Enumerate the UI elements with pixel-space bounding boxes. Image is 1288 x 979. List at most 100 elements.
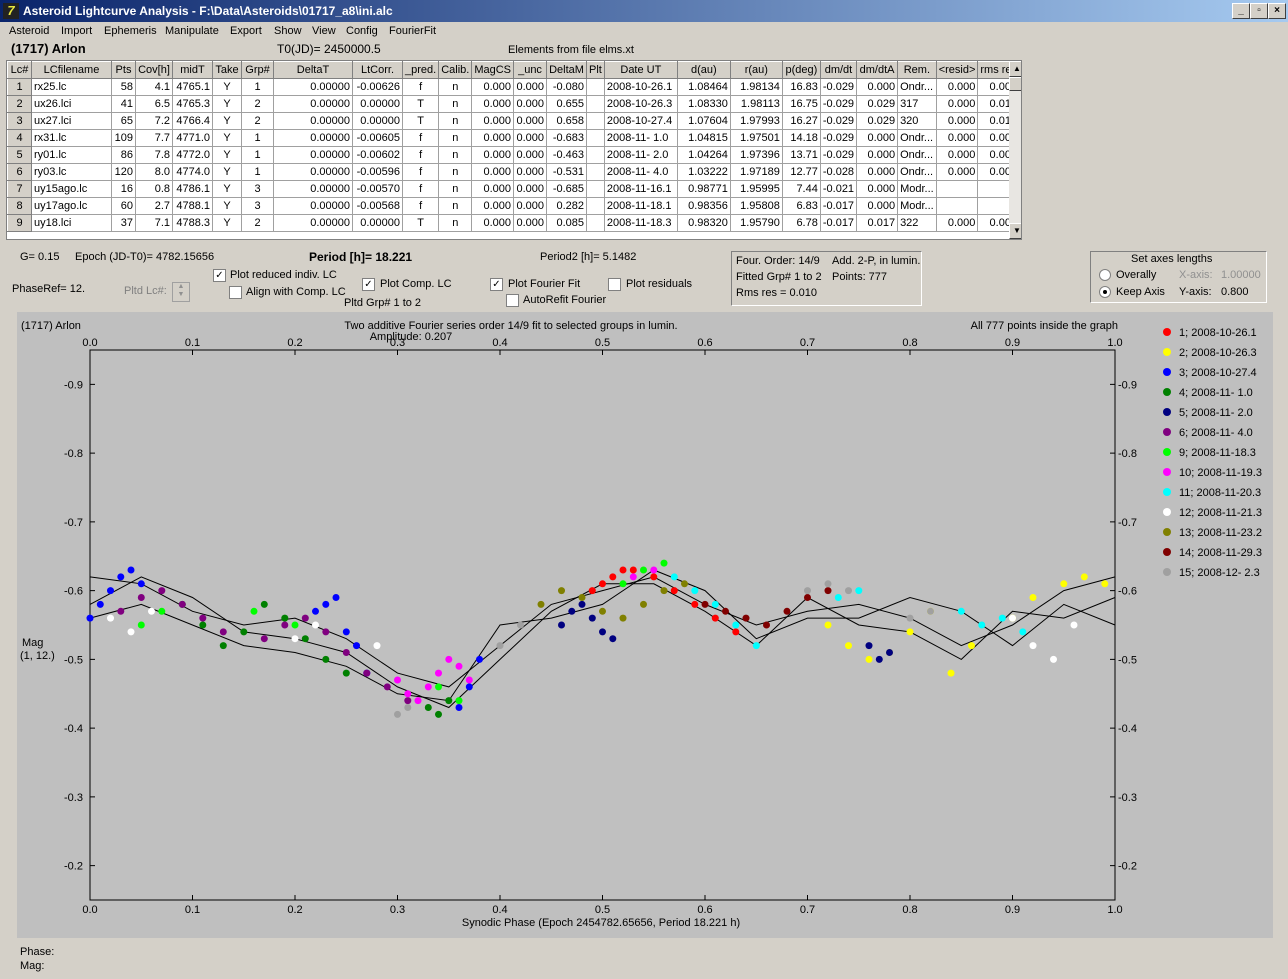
table-cell[interactable]: 60 [111,197,136,215]
column-header[interactable]: Rem. [897,61,937,79]
table-cell[interactable]: -0.017 [819,197,858,215]
lightcurve-table[interactable]: Lc# LCfilename Pts Cov[h] midT Take Grp# DeltaT… [6,60,1022,240]
table-cell[interactable]: 6.83 [781,197,821,215]
table-cell[interactable]: -0.463 [546,146,588,164]
table-cell[interactable]: 1.98134 [729,78,783,96]
menu-show[interactable]: Show [274,25,302,37]
table-cell[interactable]: 2008-11-16.1 [603,180,678,198]
row-number[interactable]: 7 [7,180,32,198]
table-cell[interactable]: 0.8 [135,180,173,198]
table-cell[interactable]: 1 [241,163,274,181]
menu-asteroid[interactable]: Asteroid [9,25,49,37]
table-cell[interactable]: -0.00626 [352,78,403,96]
table-row[interactable]: 6 ry03.lc 120 8.0 4774.0 Y 1 0.00000 -0.00596 f n 0… [7,163,1021,181]
table-cell[interactable]: uy15ago.lc [31,180,112,198]
table-cell[interactable]: 7.1 [135,214,173,232]
table-cell[interactable]: 14.18 [781,129,821,147]
table-cell[interactable] [586,163,605,181]
table-cell[interactable]: ry01.lc [31,146,112,164]
table-cell[interactable]: 0.000 [856,180,899,198]
table-cell[interactable]: -0.021 [819,180,858,198]
table-cell[interactable]: -0.00602 [352,146,403,164]
column-header[interactable]: LtCorr. [352,61,403,79]
table-cell[interactable]: f [401,163,440,181]
autorefit-checkbox[interactable] [506,294,519,307]
row-number[interactable]: 6 [7,163,32,181]
table-cell[interactable]: 13.71 [781,146,821,164]
table-cell[interactable]: -0.029 [819,78,858,96]
table-cell[interactable]: 0.00000 [352,214,403,232]
table-cell[interactable]: 2008-10-27.4 [603,112,678,130]
table-cell[interactable] [586,214,605,232]
table-cell[interactable]: 0.000 [935,146,979,164]
maximize-button[interactable]: ▫ [1250,3,1268,19]
table-cell[interactable] [586,112,605,130]
table-cell[interactable]: 0.98320 [676,214,731,232]
table-cell[interactable]: 109 [111,129,136,147]
column-header[interactable]: Plt [586,61,605,79]
table-cell[interactable]: 0.000 [935,163,979,181]
table-cell[interactable]: 1.95790 [729,214,783,232]
table-cell[interactable]: 0.029 [856,95,899,113]
table-cell[interactable]: 58 [111,78,136,96]
table-cell[interactable] [586,180,605,198]
close-button[interactable]: × [1268,3,1286,19]
table-cell[interactable]: f [401,180,440,198]
table-cell[interactable]: 0.000 [513,95,548,113]
table-cell[interactable]: ux26.lci [31,95,112,113]
table-cell[interactable]: Ondr... [897,78,937,96]
table-cell[interactable]: 0.000 [856,163,899,181]
table-scrollbar[interactable]: ▲ ▼ [1009,61,1021,239]
table-cell[interactable]: 1 [241,78,274,96]
table-cell[interactable]: f [401,146,440,164]
table-cell[interactable]: 2 [241,112,274,130]
table-cell[interactable]: 0.000 [471,146,515,164]
table-cell[interactable]: uy18.lci [31,214,112,232]
table-cell[interactable]: 1.97501 [729,129,783,147]
column-header[interactable]: <resid> [935,61,979,79]
table-cell[interactable]: 0.658 [546,112,588,130]
table-cell[interactable]: Y [212,78,242,96]
table-cell[interactable]: 1.04815 [676,129,731,147]
table-cell[interactable]: 0.000 [935,95,979,113]
table-cell[interactable]: 0.000 [513,214,548,232]
table-cell[interactable]: 16 [111,180,136,198]
table-cell[interactable] [586,129,605,147]
plot-residuals-checkbox[interactable] [608,278,621,291]
table-cell[interactable]: 0.00000 [273,214,353,232]
table-cell[interactable]: -0.00596 [352,163,403,181]
table-cell[interactable]: 1.95995 [729,180,783,198]
table-cell[interactable]: 0.000 [471,129,515,147]
table-cell[interactable]: 1.97396 [729,146,783,164]
overally-radio[interactable] [1099,269,1111,281]
table-cell[interactable]: 6.5 [135,95,173,113]
table-row[interactable]: 3 ux27.lci 65 7.2 4766.4 Y 2 0.00000 0.00000 Tn 0.… [7,112,1021,130]
plot-fourier-checkbox[interactable]: ✓ [490,278,503,291]
scroll-up-icon[interactable]: ▲ [1009,61,1021,77]
table-row[interactable]: 5 ry01.lc 86 7.8 4772.0 Y 1 0.00000 -0.00602 f n 0.… [7,146,1021,164]
table-cell[interactable]: -0.683 [546,129,588,147]
menu-export[interactable]: Export [230,25,262,37]
table-cell[interactable]: T [401,112,440,130]
table-cell[interactable]: 0.000 [471,214,515,232]
table-cell[interactable]: 0.000 [935,214,979,232]
table-cell[interactable]: 320 [897,112,937,130]
scroll-thumb[interactable] [1009,77,1021,91]
table-cell[interactable]: 4788.1 [172,197,213,215]
column-header[interactable]: Take [212,61,242,79]
row-number[interactable]: 8 [7,197,32,215]
table-cell[interactable]: 0.000 [856,197,899,215]
column-header[interactable]: Cov[h] [135,61,173,79]
table-row[interactable]: 7 uy15ago.lc 16 0.8 4786.1 Y 3 0.00000 -0.00570 f… [7,180,1021,198]
table-cell[interactable]: 1.98113 [729,95,783,113]
table-cell[interactable]: -0.00570 [352,180,403,198]
table-cell[interactable]: 1.04264 [676,146,731,164]
column-header[interactable]: Grp# [241,61,274,79]
table-cell[interactable]: Y [212,197,242,215]
scroll-down-icon[interactable]: ▼ [1009,223,1021,239]
table-cell[interactable]: 0.000 [513,112,548,130]
table-cell[interactable]: 2008-11- 2.0 [603,146,678,164]
table-cell[interactable]: 2008-10-26.1 [603,78,678,96]
pltd-lc-spinner[interactable]: ▲ ▼ [172,282,190,302]
table-cell[interactable]: Y [212,214,242,232]
